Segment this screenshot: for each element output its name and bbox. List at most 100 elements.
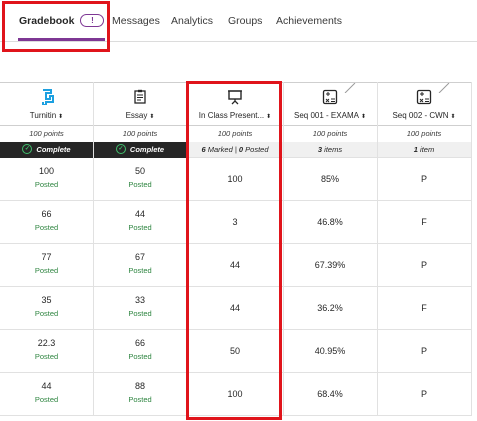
column-status: ✓ Complete [0, 142, 93, 158]
separator: | [234, 145, 237, 154]
tab-groups[interactable]: Groups [228, 0, 262, 41]
grade-cell[interactable]: 66 Posted [0, 201, 93, 244]
grade-value: 85% [320, 174, 339, 184]
grade-value: 44 [134, 209, 145, 219]
grade-cell[interactable]: 77 Posted [0, 244, 93, 287]
status-label: Complete [129, 145, 165, 154]
grade-cell[interactable]: 100 [187, 158, 283, 201]
grade-value: 50 [134, 166, 145, 176]
grade-value: 35 [41, 295, 52, 305]
calculated-column-icon [377, 89, 471, 105]
grade-value: F [421, 217, 427, 227]
grade-value: 33 [134, 295, 145, 305]
grade-cell[interactable]: 22.3 Posted [0, 330, 93, 373]
grade-cell[interactable]: 3 [187, 201, 283, 244]
grade-cell[interactable]: 68.4% [283, 373, 377, 416]
grade-cell[interactable]: 50 Posted [93, 158, 187, 201]
grade-cell[interactable]: F [377, 287, 471, 330]
posted-label: Posted [34, 395, 59, 404]
grade-value: 22.3 [37, 338, 56, 348]
grade-cell[interactable]: P [377, 373, 471, 416]
grade-cell[interactable]: 44 [187, 244, 283, 287]
tab-analytics[interactable]: Analytics [171, 0, 213, 41]
posted-label: Posted [34, 309, 59, 318]
grade-value: 44 [229, 303, 240, 313]
items-count: 3 [317, 145, 323, 154]
column-title: Seq 002 - CWN [392, 111, 449, 120]
tab-gradebook-label: Gradebook [19, 15, 75, 27]
column-points: 100 points [187, 126, 283, 143]
marked-count: 6 [201, 145, 206, 154]
grade-value: P [420, 346, 427, 356]
posted-status-label: Posted [245, 145, 269, 154]
column-header[interactable]: Seq 001 - EXAMA ⬍ [283, 82, 377, 126]
grade-cell[interactable]: F [377, 201, 471, 244]
grade-cell[interactable]: 100 Posted [0, 158, 93, 201]
grade-cell[interactable]: 44 [187, 287, 283, 330]
grade-cell[interactable]: 46.8% [283, 201, 377, 244]
column-status: ✓ Complete [93, 142, 187, 158]
column-points: 100 points [283, 126, 377, 143]
grade-value: 77 [41, 252, 52, 262]
column-divider [93, 82, 94, 416]
posted-label: Posted [34, 352, 59, 361]
grade-cell[interactable]: 85% [283, 158, 377, 201]
grade-cell[interactable]: 36.2% [283, 287, 377, 330]
grade-cell[interactable]: P [377, 158, 471, 201]
grade-value: 46.8% [317, 217, 343, 227]
posted-count: 0 [238, 145, 244, 154]
grade-value: 67.39% [314, 260, 346, 270]
grade-value: 66 [134, 338, 145, 348]
column-points: 100 points [377, 126, 471, 143]
grade-cell[interactable]: P [377, 330, 471, 373]
column-status: 3 items [283, 142, 377, 158]
grade-cell[interactable]: 67.39% [283, 244, 377, 287]
grade-value: P [420, 389, 427, 399]
grade-value: 67 [134, 252, 145, 262]
items-count: 1 [413, 145, 418, 154]
grade-value: 88 [134, 381, 145, 391]
grade-cell[interactable]: 35 Posted [0, 287, 93, 330]
column-divider [471, 82, 472, 416]
grade-cell[interactable]: 100 [187, 373, 283, 416]
grade-cell[interactable]: 67 Posted [93, 244, 187, 287]
sort-icon[interactable]: ⬍ [361, 114, 366, 120]
grade-cell[interactable]: 88 Posted [93, 373, 187, 416]
grade-value: 40.95% [314, 346, 346, 356]
column-title: Turnitin [29, 111, 57, 120]
grade-cell[interactable]: 44 Posted [93, 201, 187, 244]
grade-value: 68.4% [317, 389, 343, 399]
grade-cell[interactable]: 40.95% [283, 330, 377, 373]
grade-cell[interactable]: 66 Posted [93, 330, 187, 373]
column-header[interactable]: Turnitin ⬍ [0, 82, 93, 126]
column-header[interactable]: Seq 002 - CWN ⬍ [377, 82, 471, 126]
grade-value: P [420, 260, 427, 270]
posted-label: Posted [128, 395, 152, 404]
posted-label: Posted [128, 266, 152, 275]
column-points: 100 points [93, 126, 187, 143]
column-header[interactable]: In Class Present... ⬍ [187, 82, 283, 126]
sort-icon[interactable]: ⬍ [451, 114, 456, 120]
calculated-column-icon [283, 89, 377, 105]
tab-gradebook[interactable]: Gradebook! [18, 0, 106, 41]
grade-cell[interactable]: 44 Posted [0, 373, 93, 416]
sort-icon[interactable]: ⬍ [58, 114, 63, 120]
items-label: items [324, 145, 343, 154]
sort-icon[interactable]: ⬍ [266, 114, 271, 120]
grade-value: 50 [229, 346, 240, 356]
grade-cell[interactable]: P [377, 244, 471, 287]
grade-value: F [421, 303, 427, 313]
marked-label: Marked [207, 145, 233, 154]
sort-icon[interactable]: ⬍ [149, 114, 154, 120]
active-tab-indicator [18, 38, 106, 41]
grade-value: 36.2% [317, 303, 343, 313]
grade-cell[interactable]: 50 [187, 330, 283, 373]
assignment-icon [93, 89, 187, 105]
presentation-icon [187, 89, 283, 105]
tab-achievements[interactable]: Achievements [276, 0, 342, 41]
grade-cell[interactable]: 33 Posted [93, 287, 187, 330]
column-header[interactable]: Essay ⬍ [93, 82, 187, 126]
column-divider [377, 82, 378, 416]
tab-messages[interactable]: Messages [112, 0, 160, 41]
posted-label: Posted [34, 223, 59, 232]
